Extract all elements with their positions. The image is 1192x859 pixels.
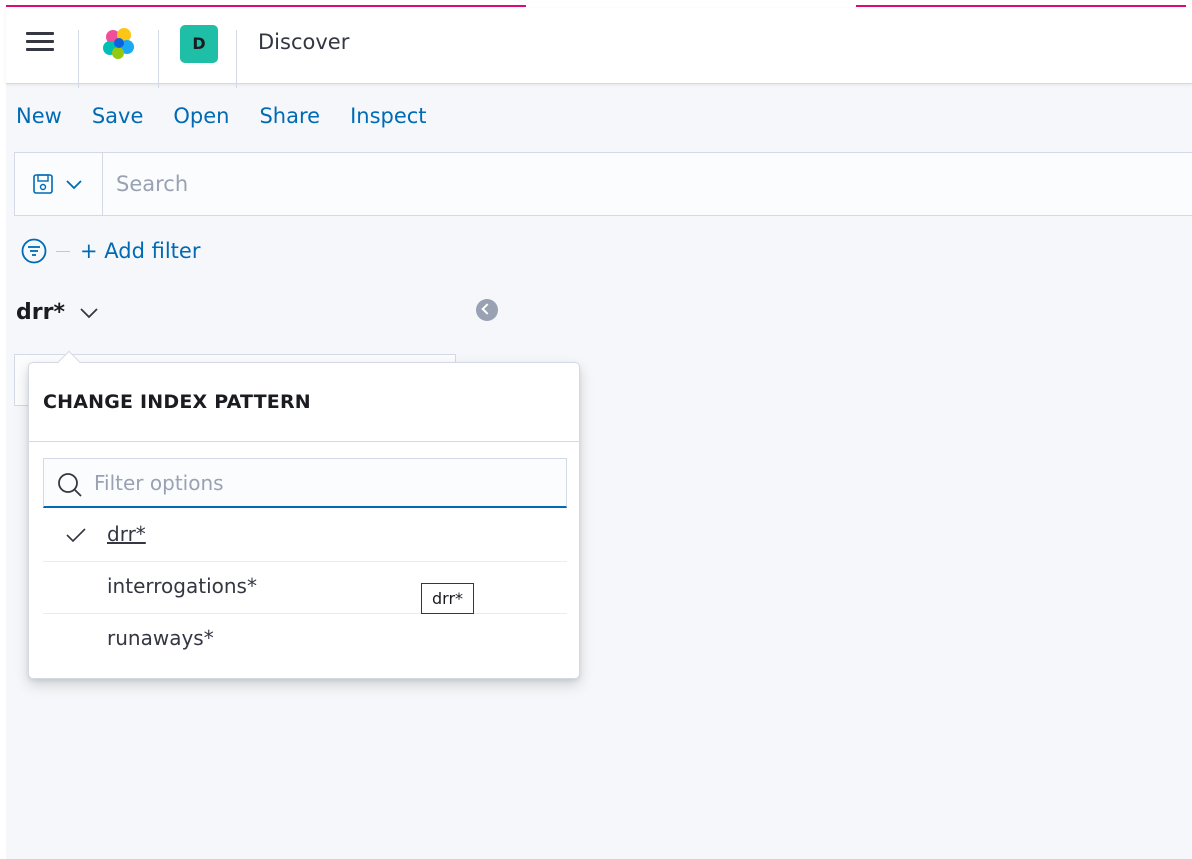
save-link[interactable]: Save	[92, 104, 144, 128]
index-option-drr[interactable]: drr*	[43, 510, 567, 562]
filter-bar: + Add filter	[20, 236, 200, 266]
filter-icon[interactable]	[20, 237, 48, 265]
header-divider	[78, 30, 79, 88]
option-label: drr*	[107, 522, 146, 546]
collapse-arrow-icon[interactable]	[476, 299, 498, 321]
top-nav-menu: New Save Open Share Inspect	[16, 104, 457, 128]
check-icon	[66, 528, 86, 543]
loading-bar-segment	[6, 5, 526, 7]
index-option-interrogations[interactable]: interrogations*	[43, 562, 567, 614]
hamburger-menu-icon[interactable]	[26, 32, 54, 54]
open-link[interactable]: Open	[173, 104, 229, 128]
search-input[interactable]	[104, 153, 1192, 215]
kibana-logo-icon[interactable]	[100, 25, 138, 63]
app-frame: D Discover New Save Open Share Inspect S…	[6, 0, 1192, 859]
option-label: interrogations*	[107, 574, 257, 598]
filter-options-input[interactable]	[94, 459, 566, 507]
search-icon	[58, 473, 82, 497]
index-option-runaways[interactable]: runaways*	[43, 614, 567, 666]
new-link[interactable]: New	[16, 104, 62, 128]
add-filter-button[interactable]: + Add filter	[80, 239, 200, 263]
share-link[interactable]: Share	[259, 104, 320, 128]
save-icon	[33, 174, 82, 194]
saved-query-button[interactable]	[15, 153, 103, 215]
inspect-link[interactable]: Inspect	[350, 104, 426, 128]
index-pattern-name: drr*	[16, 300, 65, 325]
filter-divider	[56, 250, 70, 252]
header-divider	[236, 30, 237, 88]
index-pattern-selector[interactable]: drr*	[16, 300, 99, 325]
space-avatar[interactable]: D	[180, 25, 218, 63]
chevron-down-icon	[80, 307, 98, 318]
loading-bar-segment	[856, 5, 1186, 7]
app-header: D Discover	[6, 8, 1192, 88]
change-index-pattern-popover: CHANGE INDEX PATTERN drr* interrogations…	[28, 350, 580, 679]
popover-title: CHANGE INDEX PATTERN	[43, 391, 311, 413]
loading-bar	[6, 0, 1192, 8]
query-bar	[14, 152, 1192, 216]
option-tooltip: drr*	[421, 583, 475, 614]
page-title: Discover	[258, 30, 350, 54]
popover-divider	[29, 441, 579, 442]
filter-options-field	[43, 458, 567, 508]
option-label: runaways*	[107, 626, 214, 650]
header-divider	[158, 30, 159, 88]
